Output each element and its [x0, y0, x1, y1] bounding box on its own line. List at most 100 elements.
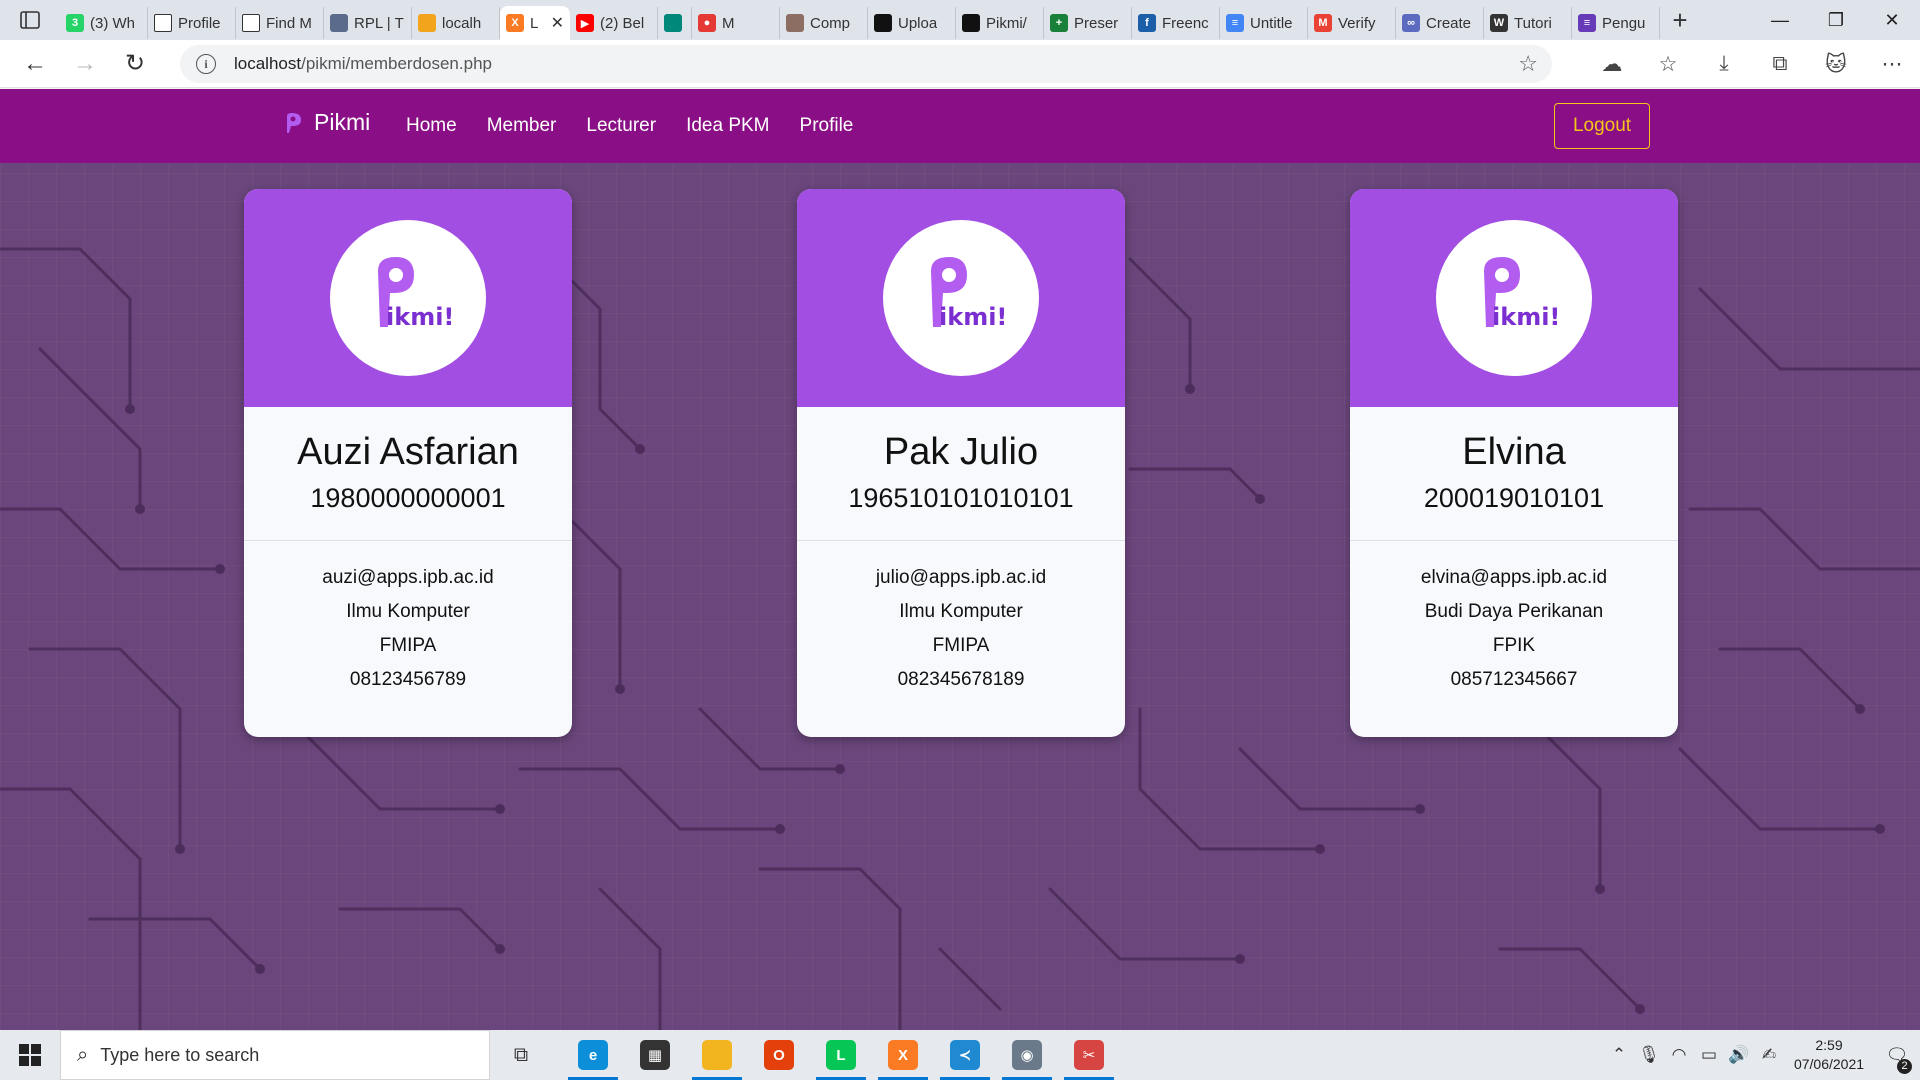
volume-icon[interactable]: 🔊: [1724, 1045, 1754, 1065]
close-window-button[interactable]: ✕: [1864, 0, 1920, 40]
svg-text:ikmi!: ikmi!: [386, 303, 454, 331]
favorites-icon[interactable]: ☆: [1640, 44, 1696, 84]
browser-tab[interactable]: + Preser: [1044, 7, 1132, 39]
site-navbar: Pikmi Home Member Lecturer Idea PKM Prof…: [0, 89, 1920, 163]
browser-tab[interactable]: ≡ Pengu: [1572, 7, 1660, 39]
site-info-icon[interactable]: i: [196, 54, 216, 74]
taskbar-app[interactable]: X: [872, 1030, 934, 1080]
lecturer-name: Pak Julio: [883, 431, 1039, 473]
battery-icon[interactable]: ▭: [1694, 1045, 1724, 1065]
lecturer-nip: 200019010101: [1423, 483, 1605, 513]
back-button[interactable]: ←: [10, 44, 60, 84]
browser-tab[interactable]: Uploa: [868, 7, 956, 39]
pikmi-logo-icon: ikmi!: [1484, 257, 1560, 331]
taskbar-app[interactable]: ▦: [624, 1030, 686, 1080]
lecturer-department: Ilmu Komputer: [899, 601, 1023, 622]
windows-logo-icon: [19, 1044, 41, 1066]
system-tray: ⌃ 🎙 ◠ ▭ 🔊 ✍ 2:59 07/06/2021 🗨 2: [1604, 1030, 1920, 1080]
browser-tab[interactable]: ▶ (2) Bel: [570, 7, 658, 39]
browser-tab[interactable]: Find M: [236, 7, 324, 39]
browser-tab[interactable]: [658, 7, 692, 39]
refresh-button[interactable]: ↻: [110, 44, 160, 84]
minimize-button[interactable]: —: [1752, 0, 1808, 40]
clock-time: 2:59: [1815, 1037, 1843, 1053]
lecturer-card: ikmi! Auzi Asfarian 1980000000001 auzi@a…: [244, 189, 572, 737]
file-explorer-icon: [702, 1040, 732, 1070]
collections-icon[interactable]: ⧉: [1752, 44, 1808, 84]
lecturer-email: julio@apps.ipb.ac.id: [875, 567, 1047, 588]
vscode-icon: ≺: [950, 1040, 980, 1070]
start-button[interactable]: [0, 1030, 60, 1080]
card-details: elvina@apps.ipb.ac.id Budi Daya Perikana…: [1350, 541, 1678, 697]
downloads-icon[interactable]: ⤓: [1696, 44, 1752, 84]
taskbar-app[interactable]: L: [810, 1030, 872, 1080]
browser-tab[interactable]: ● M: [692, 7, 780, 39]
taskbar-app[interactable]: ◉: [996, 1030, 1058, 1080]
nav-idea-pkm[interactable]: Idea PKM: [686, 115, 769, 137]
browser-tab[interactable]: ≡ Untitle: [1220, 7, 1308, 39]
lecturer-email: auzi@apps.ipb.ac.id: [322, 567, 494, 588]
taskbar-app[interactable]: e: [562, 1030, 624, 1080]
nav-lecturer[interactable]: Lecturer: [586, 115, 656, 137]
pen-icon[interactable]: ✍: [1754, 1045, 1784, 1065]
browser-tab[interactable]: ∞ Create: [1396, 7, 1484, 39]
clock[interactable]: 2:59 07/06/2021: [1784, 1036, 1874, 1074]
svg-text:ikmi!: ikmi!: [1492, 303, 1560, 331]
browser-tab[interactable]: Pikmi/: [956, 7, 1044, 39]
browser-tab[interactable]: f Freenc: [1132, 7, 1220, 39]
tab-label: Create: [1426, 14, 1472, 32]
wifi-icon[interactable]: ◠: [1664, 1045, 1694, 1065]
taskbar-app[interactable]: [686, 1030, 748, 1080]
task-view-button[interactable]: ⧉: [490, 1030, 552, 1080]
taskbar-app[interactable]: ✂: [1058, 1030, 1120, 1080]
svg-text:ikmi!: ikmi!: [939, 303, 1007, 331]
notification-center-button[interactable]: 🗨 2: [1874, 1045, 1920, 1074]
lecturer-faculty: FMIPA: [379, 635, 437, 656]
nav-home[interactable]: Home: [406, 115, 457, 137]
lecturer-faculty: FPIK: [1492, 635, 1536, 656]
browser-toolbar: ← → ↻ i localhost/pikmi/memberdosen.php …: [0, 40, 1920, 88]
browser-tab[interactable]: W Tutori: [1484, 7, 1572, 39]
profile-avatar[interactable]: 🐱: [1808, 44, 1864, 84]
add-favorite-icon[interactable]: ☆: [1518, 51, 1538, 77]
brand-link[interactable]: Pikmi: [282, 109, 370, 136]
extension-icon[interactable]: ☁: [1584, 44, 1640, 84]
nav-profile[interactable]: Profile: [800, 115, 854, 137]
tab-actions-button[interactable]: [0, 0, 60, 40]
close-tab-icon[interactable]: ✕: [551, 13, 564, 33]
browser-tab[interactable]: localh: [412, 7, 500, 39]
taskbar-app[interactable]: O: [748, 1030, 810, 1080]
w3schools-icon: W: [1490, 14, 1508, 32]
phpmyadmin-icon: [418, 14, 436, 32]
browser-tab[interactable]: 3 (3) Wh: [60, 7, 148, 39]
browser-tab[interactable]: RPL | T: [324, 7, 412, 39]
browser-tab[interactable]: M Verify: [1308, 7, 1396, 39]
lecturer-name: Elvina: [1462, 431, 1566, 473]
maximize-button[interactable]: ❐: [1808, 0, 1864, 40]
more-menu-icon[interactable]: ⋯: [1864, 44, 1920, 84]
address-bar[interactable]: i localhost/pikmi/memberdosen.php ☆: [180, 45, 1552, 83]
taskbar-app[interactable]: ≺: [934, 1030, 996, 1080]
pikmi-logo-icon: ikmi!: [931, 257, 1007, 331]
logout-button[interactable]: Logout: [1554, 103, 1650, 149]
tab-label: M: [722, 14, 735, 32]
card-title-section: Pak Julio 196510101010101: [797, 407, 1125, 541]
brand-name: Pikmi: [314, 109, 371, 135]
youtube-icon: ▶: [576, 14, 594, 32]
nav-member[interactable]: Member: [487, 115, 557, 137]
new-tab-button[interactable]: +: [1660, 0, 1700, 40]
taskbar-search-input[interactable]: ⌕ Type here to search: [60, 1030, 490, 1080]
browser-tab[interactable]: X Le ✕: [500, 6, 570, 40]
browser-tab[interactable]: Comp: [780, 7, 868, 39]
microphone-icon[interactable]: 🎙: [1634, 1045, 1664, 1065]
google-meet-icon: [664, 14, 682, 32]
card-header: ikmi!: [1350, 189, 1678, 407]
url-text[interactable]: localhost/pikmi/memberdosen.php: [234, 54, 492, 74]
lecturer-email: elvina@apps.ipb.ac.id: [1420, 567, 1608, 588]
compressor-icon: [786, 14, 804, 32]
show-hidden-icons[interactable]: ⌃: [1604, 1045, 1634, 1065]
xampp-icon: X: [506, 14, 524, 32]
forward-button[interactable]: →: [60, 44, 110, 84]
lecturer-phone: 085712345667: [1450, 669, 1578, 690]
browser-tab[interactable]: Profile: [148, 7, 236, 39]
